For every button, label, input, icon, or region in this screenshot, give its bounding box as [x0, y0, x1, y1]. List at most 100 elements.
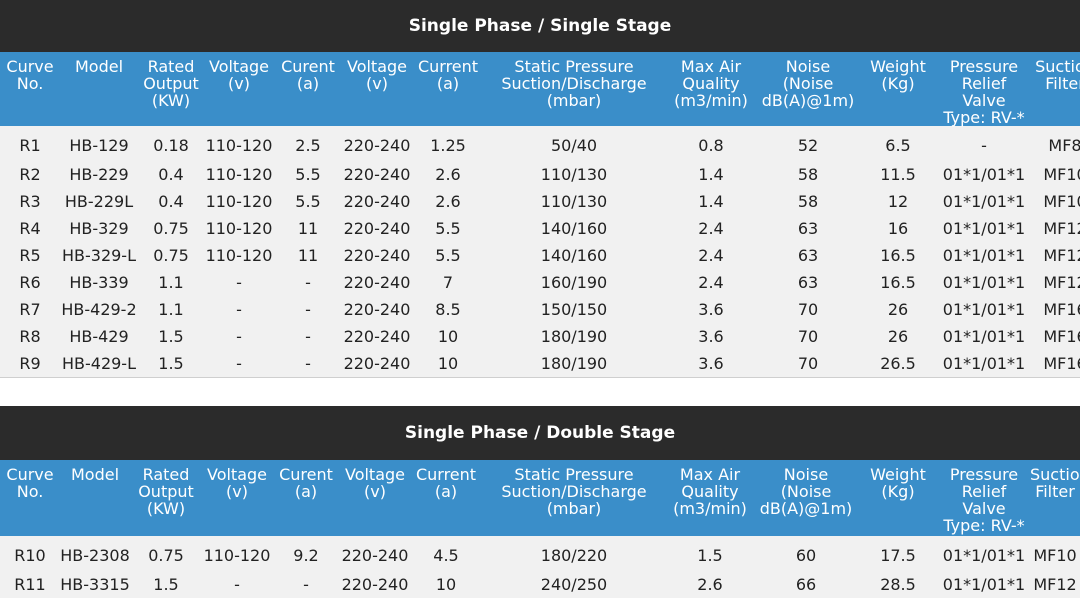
cell-suction-filter: MF10	[1043, 192, 1080, 211]
header-voltage-110: Voltage (v)	[208, 57, 269, 93]
cell-suction-filter: MF16	[1043, 300, 1080, 319]
header-voltage-220: Voltage (v)	[346, 57, 407, 93]
header-current-220: Current (a)	[417, 57, 479, 93]
cell-rated-output: 1.5	[153, 575, 179, 594]
cell-suction-filter: MF12	[1043, 219, 1080, 238]
header-voltage-220: Voltage (v)	[344, 465, 405, 501]
cell-noise: 58	[797, 165, 819, 184]
cell-voltage-220: 220-240	[343, 165, 411, 184]
header-curve-no: Curve No.	[6, 57, 54, 93]
cell-current-220: 5.5	[435, 219, 461, 238]
cell-static-pressure: 110/130	[540, 165, 608, 184]
header-pressure-relief-valve: Pressure Relief Valve Type: RV-*	[943, 465, 1025, 535]
cell-voltage-220: 220-240	[343, 300, 411, 319]
cell-current-220: 10	[437, 327, 459, 346]
cell-model: HB-2308	[60, 546, 130, 565]
cell-voltage-110: -	[236, 327, 242, 346]
cell-weight: 11.5	[880, 165, 916, 184]
cell-noise: 70	[797, 327, 819, 346]
cell-rated-output: 0.4	[158, 192, 184, 211]
header-suction-filter: Suction Filter	[1030, 465, 1080, 501]
cell-noise: 63	[797, 246, 819, 265]
table-row: R1 HB-129 0.18 110-120 2.5 220-240 1.25 50/40 0.…	[0, 126, 1080, 161]
double-stage-table-body: R10 HB-2308 0.75 110-120 9.2 220-240 4.5 180/22…	[0, 536, 1080, 598]
cell-noise: 52	[797, 136, 819, 155]
cell-current-110: 11	[297, 219, 319, 238]
cell-curve-no: R10	[14, 546, 46, 565]
cell-current-220: 1.25	[430, 136, 466, 155]
header-current-110: Curent (a)	[281, 57, 335, 93]
header-noise: Noise (Noise dB(A)@1m)	[759, 465, 853, 518]
cell-max-air-quality: 3.6	[698, 300, 724, 319]
cell-current-110: 5.5	[295, 165, 321, 184]
cell-voltage-110: -	[234, 575, 240, 594]
cell-current-220: 2.6	[435, 192, 461, 211]
cell-weight: 28.5	[880, 575, 916, 594]
header-rated-output: Rated Output (KW)	[143, 57, 199, 110]
cell-static-pressure: 110/130	[540, 192, 608, 211]
table-row: R5 HB-329-L 0.75 110-120 11 220-240 5.5 140/160…	[0, 242, 1080, 269]
table-title: Single Phase / Single Stage	[0, 0, 1080, 52]
cell-current-220: 2.6	[435, 165, 461, 184]
single-stage-table-body: R1 HB-129 0.18 110-120 2.5 220-240 1.25 50/40 0.…	[0, 126, 1080, 378]
cell-voltage-220: 220-240	[343, 246, 411, 265]
cell-model: HB-3315	[60, 575, 130, 594]
cell-curve-no: R2	[19, 165, 41, 184]
header-model: Model	[74, 57, 124, 76]
cell-curve-no: R1	[19, 136, 41, 155]
single-stage-table: Curve No. Model Rated Output (KW) Voltag…	[0, 52, 1080, 378]
cell-curve-no: R11	[14, 575, 46, 594]
header-static-pressure: Static Pressure Suction/Discharge (mbar)	[501, 465, 647, 518]
cell-model: HB-329	[69, 219, 129, 238]
cell-pressure-relief-valve: 01*1/01*1	[942, 575, 1026, 594]
cell-pressure-relief-valve: 01*1/01*1	[942, 327, 1026, 346]
cell-suction-filter: MF16	[1043, 327, 1080, 346]
cell-rated-output: 1.5	[158, 327, 184, 346]
cell-rated-output: 0.75	[153, 219, 189, 238]
cell-max-air-quality: 0.8	[698, 136, 724, 155]
cell-voltage-220: 220-240	[343, 273, 411, 292]
cell-model: HB-339	[69, 273, 129, 292]
header-suction-filter: Suction Filter	[1035, 57, 1080, 93]
cell-curve-no: R7	[19, 300, 41, 319]
cell-voltage-110: 110-120	[205, 192, 273, 211]
cell-voltage-110: -	[236, 273, 242, 292]
cell-static-pressure: 180/190	[540, 327, 608, 346]
cell-max-air-quality: 2.4	[698, 246, 724, 265]
cell-noise: 63	[797, 273, 819, 292]
cell-rated-output: 0.75	[148, 546, 184, 565]
table-row: R9 HB-429-L 1.5 - - 220-240 10 180/190 3.6 70 26.5…	[0, 350, 1080, 378]
header-voltage-110: Voltage (v)	[206, 465, 267, 501]
cell-suction-filter: MF12	[1043, 246, 1080, 265]
cell-suction-filter: MF8	[1048, 136, 1080, 155]
cell-static-pressure: 50/40	[550, 136, 598, 155]
cell-max-air-quality: 3.6	[698, 354, 724, 373]
cell-voltage-220: 220-240	[343, 354, 411, 373]
header-max-air-quality: Max Air Quality (m3/min)	[674, 57, 748, 110]
cell-model: HB-329-L	[61, 246, 136, 265]
cell-current-110: -	[305, 327, 311, 346]
cell-voltage-110: -	[236, 300, 242, 319]
cell-voltage-220: 220-240	[343, 136, 411, 155]
cell-weight: 12	[887, 192, 909, 211]
cell-current-220: 7	[442, 273, 454, 292]
cell-weight: 16	[887, 219, 909, 238]
cell-static-pressure: 180/190	[540, 354, 608, 373]
cell-current-220: 4.5	[433, 546, 459, 565]
table-row: R3 HB-229L 0.4 110-120 5.5 220-240 2.6 110/130 1…	[0, 188, 1080, 215]
cell-pressure-relief-valve: 01*1/01*1	[942, 300, 1026, 319]
cell-rated-output: 0.4	[158, 165, 184, 184]
cell-current-110: 9.2	[293, 546, 319, 565]
table-title: Single Phase / Double Stage	[0, 406, 1080, 460]
header-pressure-relief-valve: Pressure Relief Valve Type: RV-*	[943, 57, 1025, 127]
cell-voltage-110: -	[236, 354, 242, 373]
cell-current-220: 5.5	[435, 246, 461, 265]
table-row: R2 HB-229 0.4 110-120 5.5 220-240 2.6 110/130 1.…	[0, 161, 1080, 188]
double-stage-table: Curve No. Model Rated Output (KW) Voltag…	[0, 460, 1080, 598]
table-row: R7 HB-429-2 1.1 - - 220-240 8.5 150/150 3.6 70 26 0…	[0, 296, 1080, 323]
cell-current-110: -	[303, 575, 309, 594]
cell-model: HB-229	[69, 165, 129, 184]
cell-max-air-quality: 2.6	[697, 575, 723, 594]
cell-voltage-220: 220-240	[343, 219, 411, 238]
table-row: R10 HB-2308 0.75 110-120 9.2 220-240 4.5 180/22…	[0, 536, 1080, 571]
